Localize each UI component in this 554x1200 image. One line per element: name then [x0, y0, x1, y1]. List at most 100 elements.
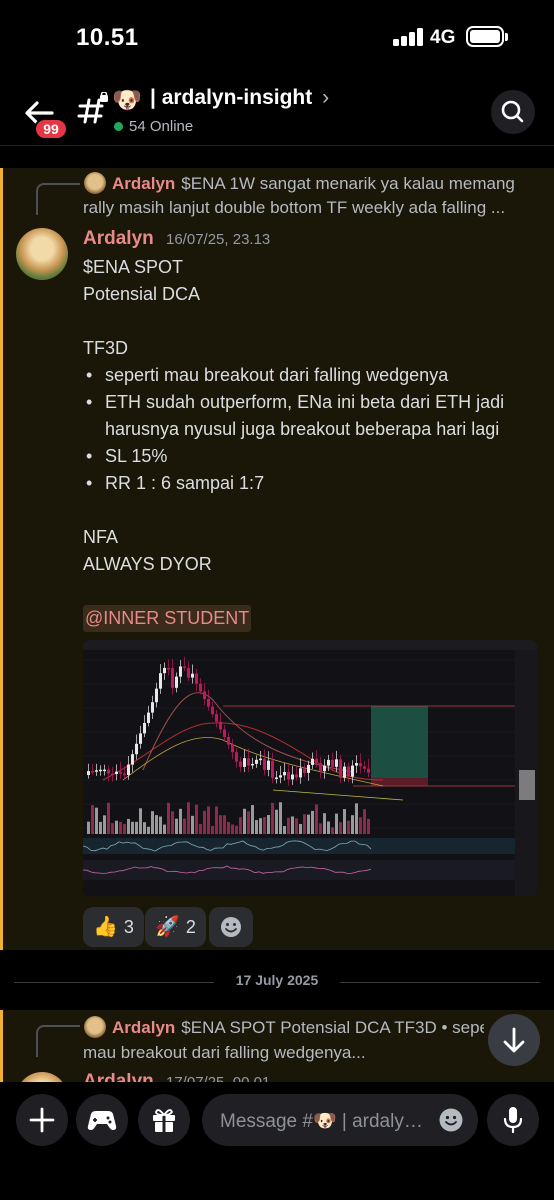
volume-bar: [323, 813, 326, 834]
candle-body: [127, 764, 130, 775]
volume-bar: [235, 825, 238, 834]
chart-image-attachment[interactable]: [83, 640, 537, 896]
attach-button[interactable]: [16, 1094, 68, 1146]
candle-body: [319, 763, 322, 772]
candle-body: [91, 771, 94, 773]
channel-name[interactable]: | ardalyn-insight ›: [150, 86, 329, 110]
reply-preview-line2: rally masih lanjut double bottom TF week…: [83, 198, 506, 217]
reply-preview[interactable]: Ardalyn $ENA SPOT Potensial DCA TF3D • se…: [112, 1016, 484, 1039]
bullet-item: SL 15%: [83, 443, 543, 470]
candle-body: [119, 771, 122, 774]
date-divider-label: 17 July 2025: [235, 972, 319, 988]
bullet-item: RR 1 : 6 sampai 1:7: [83, 470, 543, 497]
volume-bar: [111, 823, 114, 834]
emoji-picker-icon[interactable]: [438, 1107, 464, 1133]
candle-body: [107, 769, 110, 774]
candle-body: [291, 774, 294, 780]
reply-preview-line2: mau breakout dari falling wedgenya...: [83, 1043, 366, 1062]
candle-body: [271, 760, 274, 778]
candle-body: [103, 769, 106, 772]
candle-body: [123, 773, 126, 776]
reply-connector: [36, 183, 80, 215]
volume-bar: [139, 808, 142, 834]
add-reaction-button[interactable]: [209, 907, 253, 947]
volume-bar: [179, 808, 182, 834]
candle-body: [331, 759, 334, 767]
search-button[interactable]: [491, 90, 535, 134]
candle-body: [303, 768, 306, 773]
activities-button[interactable]: [76, 1094, 128, 1146]
network-type: 4G: [430, 27, 456, 48]
candle-body: [259, 758, 262, 761]
volume-bar: [171, 811, 174, 834]
reaction-rocket[interactable]: 🚀 2: [145, 907, 206, 947]
volume-bar: [263, 817, 266, 834]
volume-bar: [183, 818, 186, 834]
jump-to-latest-button[interactable]: [488, 1014, 540, 1066]
role-mention[interactable]: @INNER STUDENT: [83, 605, 252, 632]
volume-bar: [123, 824, 126, 834]
message-line: [83, 308, 543, 335]
unread-badge: 99: [34, 118, 68, 140]
reply-avatar: [84, 1016, 106, 1038]
bullet-item: ETH sudah outperform, ENa ini beta dari …: [83, 389, 543, 443]
candle-body: [279, 775, 282, 778]
volume-bar: [203, 810, 206, 834]
volume-bar: [359, 817, 362, 834]
candle-body: [219, 721, 222, 730]
reaction-thumbs-up[interactable]: 👍 3: [83, 907, 144, 947]
candle-body: [143, 723, 146, 734]
volume-bar: [259, 818, 262, 834]
reply-preview[interactable]: Ardalyn $ENA 1W sangat menarik ya kalau m…: [112, 172, 542, 195]
volume-bar: [307, 814, 310, 834]
clock: 10.51: [76, 24, 139, 51]
channel-header: 99 🐶 | ardalyn-insight › 54 Online: [0, 76, 554, 146]
volume-bar: [207, 806, 210, 834]
volume-bar: [91, 805, 94, 834]
message-line: Potensial DCA: [83, 284, 201, 304]
status-bar: 10.51 4G: [0, 0, 554, 76]
candle-body: [255, 759, 258, 764]
message-line: NFA: [83, 527, 119, 547]
rocket-icon: 🚀: [155, 916, 180, 938]
candle-body: [315, 758, 318, 764]
candle-body: [155, 688, 158, 703]
candle-body: [139, 733, 142, 744]
message-timestamp: 16/07/25, 23.13: [166, 231, 271, 248]
add-reaction-smiley-icon: [221, 917, 241, 937]
voice-message-button[interactable]: [487, 1094, 539, 1146]
message-composer: Message #🐶 | ardalyn-insight: [0, 1082, 554, 1200]
candle-body: [151, 702, 154, 713]
volume-bar: [319, 823, 322, 834]
thumbs-up-icon: 👍: [93, 916, 118, 938]
candle-body: [327, 759, 330, 766]
online-dot-icon: [114, 122, 123, 131]
channel-emoji: 🐶: [112, 87, 142, 114]
candle-body: [347, 766, 350, 777]
volume-bar: [351, 815, 354, 834]
candle-body: [283, 771, 286, 776]
volume-bar: [287, 817, 290, 834]
volume-bar: [131, 821, 134, 834]
reply-text-line1: $ENA 1W sangat menarik ya kalau memang: [181, 174, 515, 193]
date-divider: 17 July 2025: [14, 972, 540, 992]
candle-body: [251, 763, 254, 766]
gift-button[interactable]: [138, 1094, 190, 1146]
candle-body: [247, 758, 250, 766]
message-line: $ENA SPOT: [83, 257, 184, 277]
volume-bar: [103, 815, 106, 834]
message-input[interactable]: Message #🐶 | ardalyn-insight: [202, 1094, 478, 1146]
candle-body: [343, 766, 346, 778]
candle-body: [183, 666, 186, 669]
volume-bar: [303, 814, 306, 834]
candle-body: [287, 771, 290, 780]
battery-icon: [466, 26, 508, 47]
message-author[interactable]: Ardalyn: [83, 228, 154, 250]
volume-bar: [271, 802, 274, 834]
avatar[interactable]: [16, 228, 68, 280]
candle-body: [323, 765, 326, 772]
volume-bar: [279, 802, 282, 834]
candle-body: [339, 759, 342, 778]
candle-body: [187, 668, 190, 678]
volume-bar: [347, 820, 350, 834]
